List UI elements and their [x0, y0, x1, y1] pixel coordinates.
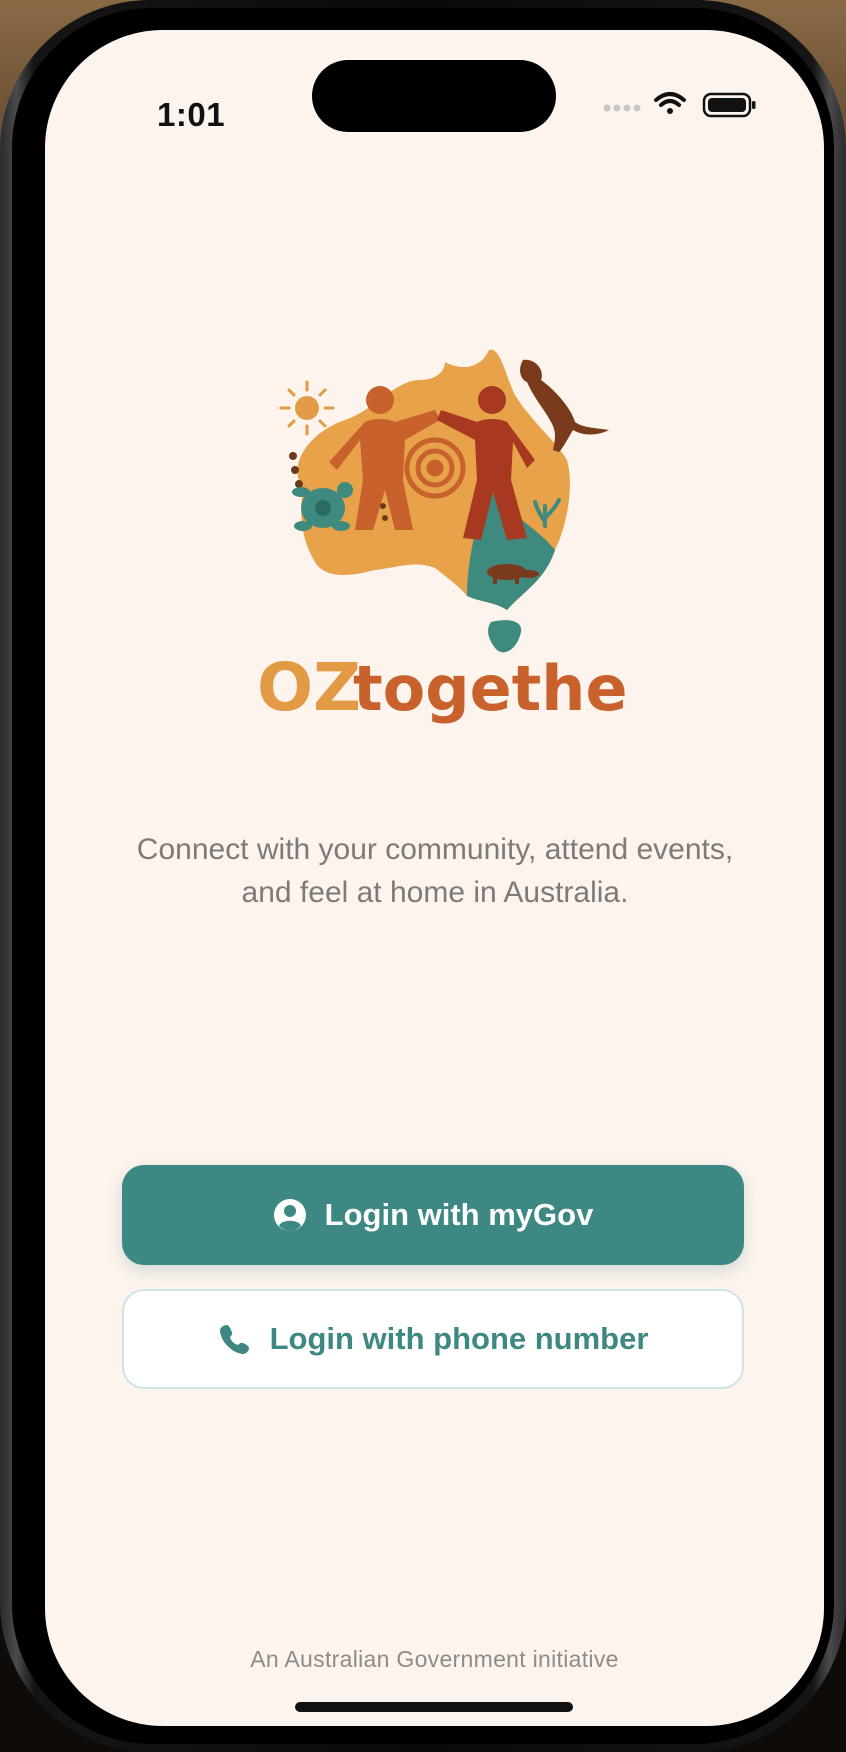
phone-frame: 1:01 OZ togethe Connect with your commun…: [0, 0, 846, 1752]
status-time: 1:01: [157, 96, 226, 133]
oztogether-logo: OZ together: [245, 340, 658, 760]
brand-wordmark-together: together: [353, 652, 625, 725]
login-mygov-label: Login with myGov: [324, 1197, 594, 1232]
login-phone-button[interactable]: Login with phone number: [122, 1289, 744, 1389]
phone-icon: [218, 1322, 252, 1356]
tasmania-shape: [488, 620, 522, 653]
login-phone-label: Login with phone number: [269, 1321, 649, 1356]
brand-wordmark-oz: OZ: [257, 649, 361, 726]
home-indicator[interactable]: [295, 1702, 573, 1712]
battery-icon: [702, 92, 756, 118]
wifi-icon: [654, 92, 686, 114]
dynamic-island: [312, 60, 556, 132]
tagline: Connect with your community, attend even…: [85, 828, 785, 914]
app-screen: 1:01 OZ togethe Connect with your commun…: [45, 30, 824, 1726]
login-mygov-button[interactable]: Login with myGov: [122, 1165, 744, 1265]
tagline-line-1: Connect with your community, attend even…: [136, 833, 734, 866]
user-circle-icon: [273, 1198, 307, 1232]
tagline-line-2: and feel at home in Australia.: [241, 876, 629, 909]
cellular-signal-icon: [603, 104, 641, 112]
sun-icon: [279, 380, 335, 436]
status-icons: [600, 86, 800, 126]
footer-text: An Australian Government initiative: [250, 1646, 619, 1672]
turtle-icon: [292, 482, 353, 531]
phone-bezel: 1:01 OZ togethe Connect with your commun…: [12, 8, 834, 1744]
